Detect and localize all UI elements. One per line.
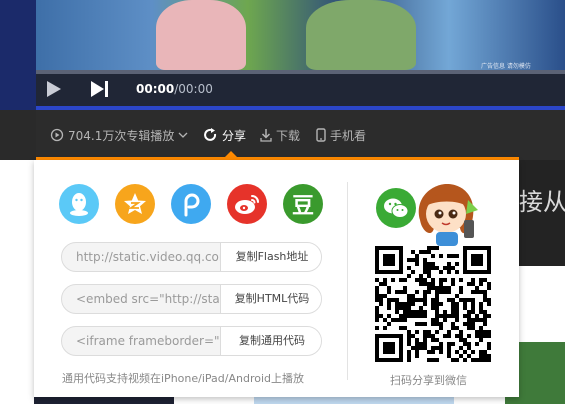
time-current: 00:00 [136, 82, 175, 96]
html-link-row: 复制HTML代码 [61, 284, 322, 314]
universal-code-field[interactable] [62, 327, 220, 355]
mobile-tab-label: 手机看 [330, 128, 367, 143]
share-tab[interactable]: 分享 [204, 126, 246, 144]
phone-icon [316, 128, 326, 142]
copy-flash-button[interactable]: 复制Flash地址 [220, 243, 321, 271]
download-tab-label: 下载 [276, 128, 301, 143]
toolbar: 704.1万次专辑播放 分享 下载 手机看 [0, 110, 565, 160]
wechat-icon [376, 188, 416, 228]
wechat-qr-code [375, 246, 491, 362]
douban-icon: 豆 [291, 194, 314, 219]
qzone-icon [124, 193, 146, 214]
qq-share-button[interactable] [59, 184, 99, 224]
weibo-share-button[interactable] [227, 184, 267, 224]
pengyou-icon [184, 193, 200, 217]
qq-icon [70, 193, 88, 216]
video-frame[interactable] [36, 0, 565, 70]
time-display: 00:00/00:00 [136, 82, 213, 96]
background-text: 接从 [519, 188, 565, 216]
download-icon [260, 129, 272, 142]
mobile-tab[interactable]: 手机看 [316, 126, 366, 144]
video-sidebar [0, 0, 36, 110]
play-count-label: 704.1万次专辑播放 [68, 128, 175, 143]
share-icon [204, 128, 217, 141]
share-tab-label: 分享 [222, 128, 247, 143]
download-tab[interactable]: 下载 [260, 126, 300, 144]
flash-link-row: 复制Flash地址 [61, 242, 322, 272]
html-code-field[interactable] [62, 285, 220, 313]
mascot-icon [418, 184, 478, 246]
play-icon[interactable] [46, 80, 62, 98]
player-controls [36, 74, 565, 108]
video-figure [306, 0, 416, 70]
stage: 广告信息 请勿模仿 00:00/00:00 704.1万次专辑播放 分享 下载 … [0, 0, 565, 404]
video-player[interactable]: 广告信息 请勿模仿 00:00/00:00 [0, 0, 565, 110]
background-thumbnail[interactable] [34, 396, 174, 404]
next-icon[interactable] [90, 80, 110, 98]
qr-label: 扫码分享到微信 [390, 374, 467, 387]
pengyou-share-button[interactable] [171, 184, 211, 224]
copy-html-button[interactable]: 复制HTML代码 [220, 285, 321, 313]
time-total: 00:00 [178, 82, 213, 96]
compatibility-note: 通用代码支持视频在iPhone/iPad/Android上播放 [62, 372, 304, 385]
flash-link-field[interactable] [62, 243, 220, 271]
copy-universal-button[interactable]: 复制通用代码 [220, 327, 321, 355]
qzone-share-button[interactable] [115, 184, 155, 224]
universal-link-row: 复制通用代码 [61, 326, 322, 356]
background-thumbnail[interactable] [254, 396, 454, 404]
play-count[interactable]: 704.1万次专辑播放 [50, 126, 188, 144]
douban-share-button[interactable]: 豆 [283, 184, 323, 224]
toolbar-left-gutter [0, 110, 36, 160]
chevron-down-icon [178, 132, 188, 138]
weibo-icon [235, 195, 259, 214]
video-figure [156, 0, 246, 70]
video-watermark: 广告信息 请勿模仿 [481, 63, 531, 70]
panel-divider [347, 182, 348, 380]
play-count-icon [50, 128, 64, 142]
wechat-bubble-icon [384, 198, 409, 218]
share-panel: 豆 复制Flash地址 复制HTML代码 复制通用代码 通用代码支持视频在iPh… [34, 160, 519, 397]
